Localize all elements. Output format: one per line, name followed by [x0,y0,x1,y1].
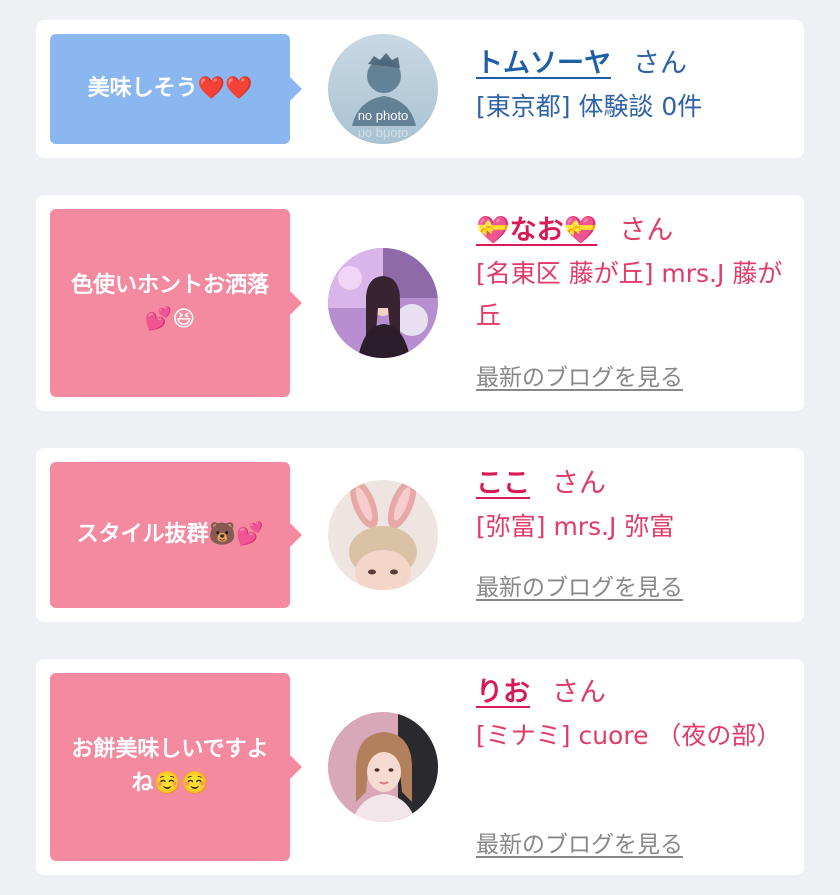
reviewer-info: 💝なお💝 さん [名東区 藤が丘] mrs.J 藤が丘 最新のブログを見る [476,213,786,391]
comment-text: 美味しそう❤️❤️ [87,76,253,101]
reviewer-info: ここ さん [弥富] mrs.J 弥富 最新のブログを見る [476,466,786,601]
reviewer-info: トムソーヤ さん [東京都] 体験談 0件 [476,46,786,128]
comment-bubble: お餅美味しいですよね☺️☺️ [50,673,302,861]
reviewer-meta: [弥富] mrs.J 弥富 [476,512,675,541]
comment-bubble: 色使いホントお洒落💕😆 [50,209,302,397]
comment-text: お餅美味しいですよね☺️☺️ [71,737,269,796]
honorific: さん [552,677,606,708]
latest-blog-link[interactable]: 最新のブログを見る [476,825,683,859]
avatar[interactable] [328,248,438,358]
reviewer-name-link[interactable]: ここ [476,468,530,499]
latest-blog-link[interactable]: 最新のブログを見る [476,358,683,392]
review-card: 色使いホントお洒落💕😆 💝なお💝 さん [名東区 藤が丘] mrs.J 藤が丘 最… [36,195,804,411]
honorific: さん [633,48,687,79]
avatar[interactable] [328,712,438,822]
avatar-caption: no photo [358,108,409,123]
reviewer-name-link[interactable]: りお [476,677,530,708]
user-photo-icon [328,480,438,590]
reviewer-info: りお さん [ミナミ] cuore （夜の部） 最新のブログを見る [476,675,786,858]
avatar[interactable]: no photo no photo [328,34,438,144]
reviewer-meta: [東京都] 体験談 0件 [476,92,703,121]
comment-text: 色使いホントお洒落💕😆 [70,273,269,332]
review-card: スタイル抜群🐻💕 ここ さん [弥富] mrs.J 弥富 最新のブログを見る [36,448,804,622]
reviewer-name-link[interactable]: トムソーヤ [476,48,611,79]
honorific: さん [552,468,606,499]
review-card: お餅美味しいですよね☺️☺️ りお さん [ミナミ] cuore （夜の部） 最新… [36,659,804,875]
reviewer-name-link[interactable]: 💝なお💝 [476,215,597,246]
latest-blog-link[interactable]: 最新のブログを見る [476,568,683,602]
honorific: さん [619,215,674,246]
comment-bubble: スタイル抜群🐻💕 [50,462,302,608]
reviewer-meta: [ミナミ] cuore （夜の部） [476,721,782,750]
avatar[interactable] [328,480,438,590]
comment-text: スタイル抜群🐻💕 [76,522,264,547]
comment-bubble: 美味しそう❤️❤️ [50,34,302,144]
no-photo-avatar-icon: no photo no photo [328,34,438,144]
reviewer-meta: [名東区 藤が丘] mrs.J 藤が丘 [476,259,783,330]
svg-text:no photo: no photo [358,127,409,142]
user-photo-icon [328,712,438,822]
user-photo-icon [328,248,438,358]
review-card: 美味しそう❤️❤️ no photo no photo トムソーヤ さん [東京都… [36,20,804,158]
